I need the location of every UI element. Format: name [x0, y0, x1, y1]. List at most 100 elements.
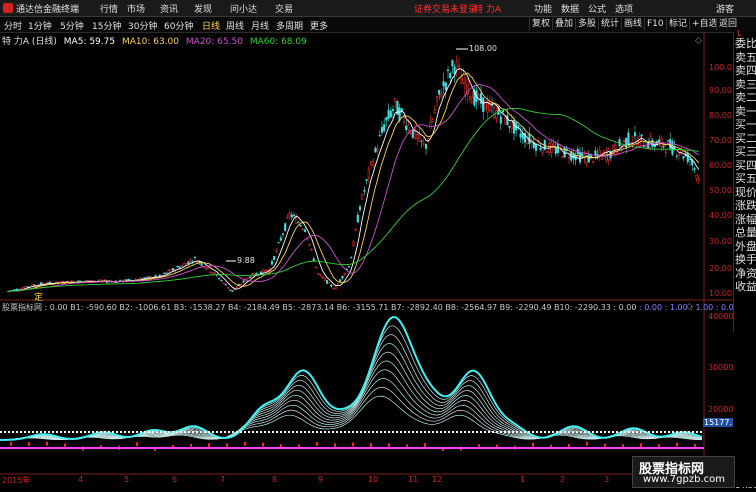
price-tick: 40.00: [709, 211, 732, 220]
candle-body: [358, 206, 362, 210]
candle-body: [321, 276, 324, 279]
candle-body: [585, 153, 588, 164]
candle-body: [598, 150, 601, 156]
candle-body: [281, 233, 285, 235]
candle-body: [33, 284, 36, 286]
candle-body: [154, 275, 157, 277]
candle-body: [284, 223, 287, 231]
signal-mark: [136, 442, 138, 447]
candle-body: [416, 134, 419, 139]
candle-body: [697, 177, 700, 181]
candle-body: [240, 283, 243, 285]
quote-label: 买四: [735, 158, 756, 172]
candle-body: [658, 139, 661, 143]
price-tick: 10.00: [709, 289, 732, 298]
candle-body: [242, 280, 245, 283]
candle-body: [468, 96, 472, 100]
indicator-curve: [0, 342, 703, 441]
time-tick: 11: [408, 475, 419, 484]
candle-body: [422, 143, 425, 145]
indicator-marks: [10, 441, 696, 451]
candle-body: [145, 276, 148, 278]
candle-body: [471, 96, 474, 104]
candle-body: [352, 241, 355, 247]
candle-body: [237, 284, 241, 286]
signal-mark: [370, 443, 372, 448]
candle-body: [495, 110, 498, 119]
candle-body: [603, 150, 606, 153]
candle-body: [418, 133, 421, 142]
indicator-curve: [0, 360, 703, 441]
candle-body: [409, 132, 412, 134]
low-price-label: 9.88: [237, 256, 255, 265]
candle-body: [363, 190, 366, 192]
candle-body: [169, 269, 172, 272]
time-tick: 2015年: [2, 476, 31, 485]
time-tick: 2: [560, 475, 566, 484]
candle-body: [453, 66, 456, 74]
candle-body: [273, 256, 276, 260]
candle-body: [143, 277, 146, 279]
candle-body: [440, 94, 443, 98]
candle-body: [350, 257, 353, 259]
candle-body: [187, 261, 190, 265]
candle-body: [270, 261, 274, 265]
candle-body: [297, 222, 300, 224]
candle-body: [394, 98, 397, 103]
candle-body: [407, 124, 410, 131]
candle-body: [420, 140, 423, 142]
candle-body: [545, 151, 549, 153]
candle-body: [336, 283, 340, 285]
candle-body: [341, 275, 344, 279]
candle-body: [389, 110, 392, 118]
watermark-url: www.7gpzb.com: [643, 474, 725, 485]
candle-body: [693, 168, 696, 170]
candle-body: [675, 155, 678, 157]
candle-body: [22, 287, 25, 289]
indicator-curves: [0, 315, 703, 441]
candle-body: [207, 266, 210, 269]
candle-body: [666, 140, 670, 142]
candle-body: [451, 60, 454, 67]
candle-body: [446, 69, 450, 72]
candle-body: [334, 286, 337, 289]
candle-body: [402, 117, 406, 123]
signal-mark: [316, 441, 318, 446]
price-tick: 20.00: [709, 264, 732, 273]
time-tick: 3: [604, 475, 610, 484]
candle-body: [376, 148, 379, 152]
candle-body: [398, 107, 401, 121]
time-tick: 5: [124, 475, 130, 484]
quote-label: 卖三: [735, 77, 756, 91]
chart-settings-icon[interactable]: ◇: [695, 36, 702, 46]
signal-mark: [352, 442, 354, 447]
candle-body: [385, 117, 388, 121]
quote-label: 涨幅: [735, 212, 756, 226]
candle-body: [391, 109, 395, 111]
ma5-line: [7, 68, 700, 292]
candle-body: [405, 125, 408, 130]
ma60-line: [7, 108, 699, 292]
time-tick: 4: [78, 475, 84, 484]
candle-body: [299, 225, 302, 227]
kline-chart[interactable]: [0, 0, 733, 487]
candle-body: [218, 278, 221, 280]
candle-body: [512, 119, 516, 134]
candle-body: [176, 266, 179, 268]
quote-label: 卖四: [735, 64, 756, 77]
candle-body: [332, 288, 335, 290]
candle-body: [209, 271, 212, 273]
candle-body: [347, 266, 351, 268]
candle-body: [411, 129, 414, 138]
indicator-tick: 30000: [708, 363, 734, 372]
signal-mark: [28, 441, 30, 446]
candle-body: [662, 145, 665, 148]
candle-body: [275, 249, 278, 252]
candle-body: [266, 269, 269, 272]
candle-body: [457, 65, 461, 67]
candle-body: [383, 124, 386, 131]
candle-body: [374, 147, 377, 153]
candle-body: [361, 193, 364, 200]
candle-body: [233, 288, 236, 291]
time-tick: 7: [220, 475, 226, 484]
